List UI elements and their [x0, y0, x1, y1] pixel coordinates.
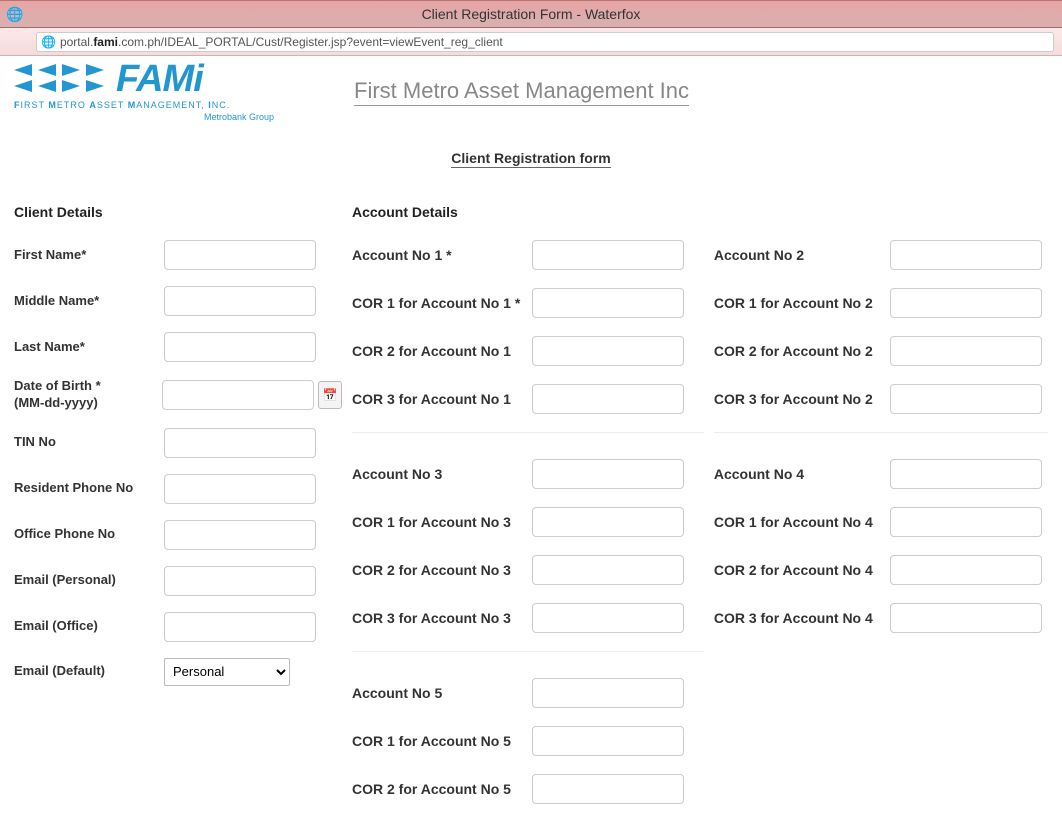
- cor1-acct2-input[interactable]: [890, 288, 1042, 318]
- cor2-acct5-label: COR 2 for Account No 5: [352, 780, 532, 798]
- cor2-acct4-label: COR 2 for Account No 4: [714, 561, 890, 579]
- account-no-1-label: Account No 1 *: [352, 246, 532, 264]
- cor1-acct4-label: COR 1 for Account No 4: [714, 513, 890, 531]
- first-name-input[interactable]: [164, 240, 316, 270]
- email-default-select[interactable]: Personal: [164, 658, 290, 686]
- account-no-5-input[interactable]: [532, 678, 684, 708]
- cor1-acct3-input[interactable]: [532, 507, 684, 537]
- company-title: First Metro Asset Management Inc: [354, 78, 689, 106]
- cor2-acct5-input[interactable]: [532, 774, 684, 804]
- cor2-acct3-input[interactable]: [532, 555, 684, 585]
- middle-name-input[interactable]: [164, 286, 316, 316]
- resident-phone-input[interactable]: [164, 474, 316, 504]
- cor1-acct2-label: COR 1 for Account No 2: [714, 294, 890, 312]
- last-name-label: Last Name*: [14, 339, 164, 356]
- company-logo: FAMi FIRST METRO ASSET MANAGEMENT, INC. …: [14, 60, 274, 122]
- account-group-divider: [352, 651, 704, 652]
- email-personal-input[interactable]: [164, 566, 316, 596]
- url-field[interactable]: 🌐 portal.fami.com.ph/IDEAL_PORTAL/Cust/R…: [36, 32, 1054, 52]
- url-text: portal.fami.com.ph/IDEAL_PORTAL/Cust/Reg…: [60, 35, 503, 49]
- email-office-label: Email (Office): [14, 618, 164, 635]
- logo-tagline: FIRST METRO ASSET MANAGEMENT, INC.: [14, 100, 274, 110]
- middle-name-label: Middle Name*: [14, 293, 164, 310]
- cor2-acct2-input[interactable]: [890, 336, 1042, 366]
- account-group-divider: [352, 432, 704, 433]
- email-default-label: Email (Default): [14, 663, 164, 680]
- account-no-2-input[interactable]: [890, 240, 1042, 270]
- cor3-acct2-input[interactable]: [890, 384, 1042, 414]
- dob-input[interactable]: [162, 380, 314, 410]
- cor1-acct1-input[interactable]: [532, 288, 684, 318]
- calendar-icon: 📅: [323, 388, 338, 402]
- account-no-5-label: Account No 5: [352, 684, 532, 702]
- cor2-acct4-input[interactable]: [890, 555, 1042, 585]
- cor1-acct5-label: COR 1 for Account No 5: [352, 732, 532, 750]
- tin-input[interactable]: [164, 428, 316, 458]
- account-no-4-label: Account No 4: [714, 465, 890, 483]
- browser-addressbar: 🌐 portal.fami.com.ph/IDEAL_PORTAL/Cust/R…: [0, 28, 1062, 56]
- email-office-input[interactable]: [164, 612, 316, 642]
- cor3-acct1-input[interactable]: [532, 384, 684, 414]
- office-phone-label: Office Phone No: [14, 526, 164, 543]
- window-title: Client Registration Form - Waterfox: [422, 6, 641, 22]
- cor3-acct3-input[interactable]: [532, 603, 684, 633]
- datepicker-button[interactable]: 📅: [318, 381, 342, 409]
- logo-brand: FAMi: [116, 60, 203, 98]
- email-personal-label: Email (Personal): [14, 572, 164, 589]
- resident-phone-label: Resident Phone No: [14, 480, 164, 497]
- tin-label: TIN No: [14, 434, 164, 451]
- cor2-acct1-input[interactable]: [532, 336, 684, 366]
- cor3-acct4-label: COR 3 for Account No 4: [714, 609, 890, 627]
- cor3-acct3-label: COR 3 for Account No 3: [352, 609, 532, 627]
- globe-icon: 🌐: [41, 35, 56, 49]
- section-client-details: Client Details: [14, 204, 342, 220]
- logo-metrobank-group: Metrobank Group: [14, 112, 274, 122]
- account-no-3-input[interactable]: [532, 459, 684, 489]
- cor1-acct3-label: COR 1 for Account No 3: [352, 513, 532, 531]
- window-titlebar: 🌐 Client Registration Form - Waterfox: [0, 0, 1062, 28]
- dob-label: Date of Birth * (MM-dd-yyyy): [14, 378, 162, 412]
- cor3-acct4-input[interactable]: [890, 603, 1042, 633]
- account-no-1-input[interactable]: [532, 240, 684, 270]
- section-account-details: Account Details: [352, 204, 704, 220]
- cor3-acct2-label: COR 3 for Account No 2: [714, 390, 890, 408]
- first-name-label: First Name*: [14, 247, 164, 264]
- cor2-acct3-label: COR 2 for Account No 3: [352, 561, 532, 579]
- page-subtitle: Client Registration form: [451, 150, 610, 168]
- cor2-acct1-label: COR 2 for Account No 1: [352, 342, 532, 360]
- account-no-2-label: Account No 2: [714, 246, 890, 264]
- app-icon: 🌐: [6, 6, 23, 23]
- cor1-acct5-input[interactable]: [532, 726, 684, 756]
- office-phone-input[interactable]: [164, 520, 316, 550]
- cor2-acct2-label: COR 2 for Account No 2: [714, 342, 890, 360]
- account-no-4-input[interactable]: [890, 459, 1042, 489]
- cor1-acct4-input[interactable]: [890, 507, 1042, 537]
- cor3-acct1-label: COR 3 for Account No 1: [352, 390, 532, 408]
- last-name-input[interactable]: [164, 332, 316, 362]
- account-group-divider: [714, 432, 1048, 433]
- account-no-3-label: Account No 3: [352, 465, 532, 483]
- cor1-acct1-label: COR 1 for Account No 1 *: [352, 294, 532, 312]
